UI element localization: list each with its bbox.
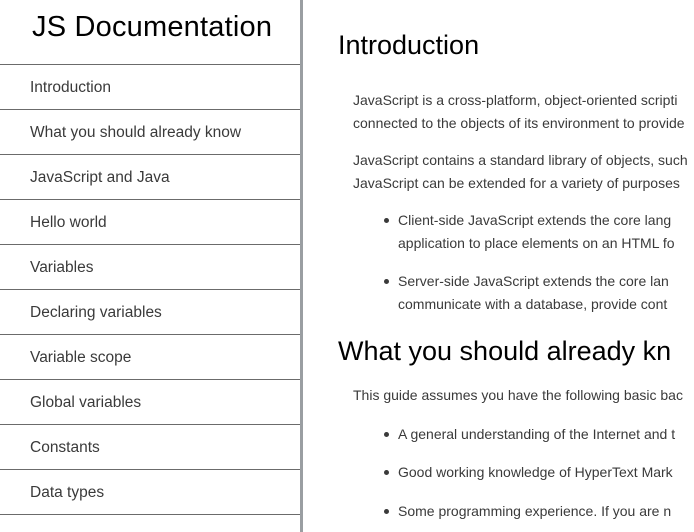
nav-link-what-you-should-already-know[interactable]: What you should already know (0, 110, 300, 154)
nav-link-introduction[interactable]: Introduction (0, 65, 300, 109)
nav-link-variable-scope[interactable]: Variable scope (0, 335, 300, 379)
section-heading-introduction: Introduction (338, 30, 480, 60)
know-paragraph-1: This guide assumes you have the followin… (353, 387, 683, 403)
section-heading-what-you-should-already-know: What you should already kn (338, 336, 672, 366)
intro-bullet-2-line-1: Server-side JavaScript extends the core … (398, 273, 669, 289)
sidebar-header: JS Documentation (0, 0, 300, 65)
section-introduction: Introduction JavaScript is a cross-platf… (303, 0, 694, 315)
nav-item-variables: Variables (0, 245, 300, 290)
section-what-you-should-already-know: What you should already kn This guide as… (303, 336, 694, 522)
intro-paragraph-2-line-2: JavaScript can be extended for a variety… (353, 174, 680, 191)
nav-link-javascript-and-java[interactable]: JavaScript and Java (0, 155, 300, 199)
nav-item-what-you-should-already-know: What you should already know (0, 110, 300, 155)
intro-bullet-1-line-1: Client-side JavaScript extends the core … (398, 212, 672, 228)
nav-link-declaring-variables[interactable]: Declaring variables (0, 290, 300, 334)
nav-item-declaring-variables: Declaring variables (0, 290, 300, 335)
nav-item-data-types: Data types (0, 470, 300, 515)
intro-paragraph-2-line-1: JavaScript contains a standard library o… (353, 152, 688, 168)
nav-link-data-types[interactable]: Data types (0, 470, 300, 514)
nav-item-hello-world: Hello world (0, 200, 300, 245)
nav-link-global-variables[interactable]: Global variables (0, 380, 300, 424)
nav-link-variables[interactable]: Variables (0, 245, 300, 289)
intro-paragraph-1-line-1: JavaScript is a cross-platform, object-o… (353, 92, 678, 108)
list-item: Some programming experience. If you are … (384, 500, 694, 523)
list-item: A general understanding of the Internet … (384, 423, 694, 446)
know-bullet-list: A general understanding of the Internet … (338, 423, 694, 523)
intro-bullet-1-line-2: application to place elements on an HTML… (398, 234, 675, 251)
nav-link-constants[interactable]: Constants (0, 425, 300, 469)
nav-item-javascript-and-java: JavaScript and Java (0, 155, 300, 200)
nav-item-introduction: Introduction (0, 65, 300, 110)
list-item: Client-side JavaScript extends the core … (384, 209, 694, 254)
main-doc: Introduction JavaScript is a cross-platf… (303, 0, 694, 532)
nav-link-hello-world[interactable]: Hello world (0, 200, 300, 244)
intro-bullet-list: Client-side JavaScript extends the core … (338, 209, 694, 315)
intro-paragraph-1-line-2: connected to the objects of its environm… (353, 114, 685, 131)
intro-bullet-2-line-2: communicate with a database, provide con… (398, 295, 668, 312)
nav-item-variable-scope: Variable scope (0, 335, 300, 380)
nav-item-global-variables: Global variables (0, 380, 300, 425)
sidebar-nav: JS Documentation Introduction What you s… (0, 0, 303, 532)
sidebar-title: JS Documentation (32, 11, 273, 43)
list-item: Good working knowledge of HyperText Mark (384, 461, 694, 484)
list-item: Server-side JavaScript extends the core … (384, 270, 694, 315)
page: JS Documentation Introduction What you s… (0, 0, 694, 532)
intro-paragraph-2: JavaScript contains a standard library o… (338, 149, 694, 194)
nav-list: Introduction What you should already kno… (0, 65, 300, 515)
nav-item-constants: Constants (0, 425, 300, 470)
intro-paragraph-1: JavaScript is a cross-platform, object-o… (338, 89, 694, 134)
